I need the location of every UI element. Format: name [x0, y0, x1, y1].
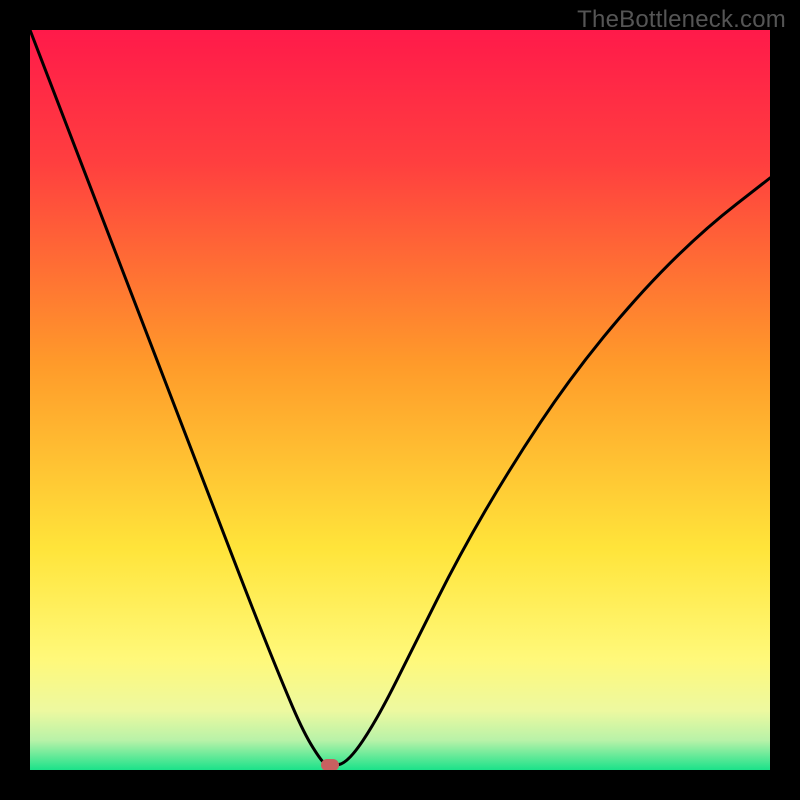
chart-frame: TheBottleneck.com: [0, 0, 800, 800]
watermark-text: TheBottleneck.com: [577, 6, 786, 34]
bottleneck-curve-svg: [30, 30, 770, 770]
minimum-marker: [321, 759, 339, 770]
plot-area: [30, 30, 770, 770]
bottleneck-curve-path: [30, 30, 770, 765]
